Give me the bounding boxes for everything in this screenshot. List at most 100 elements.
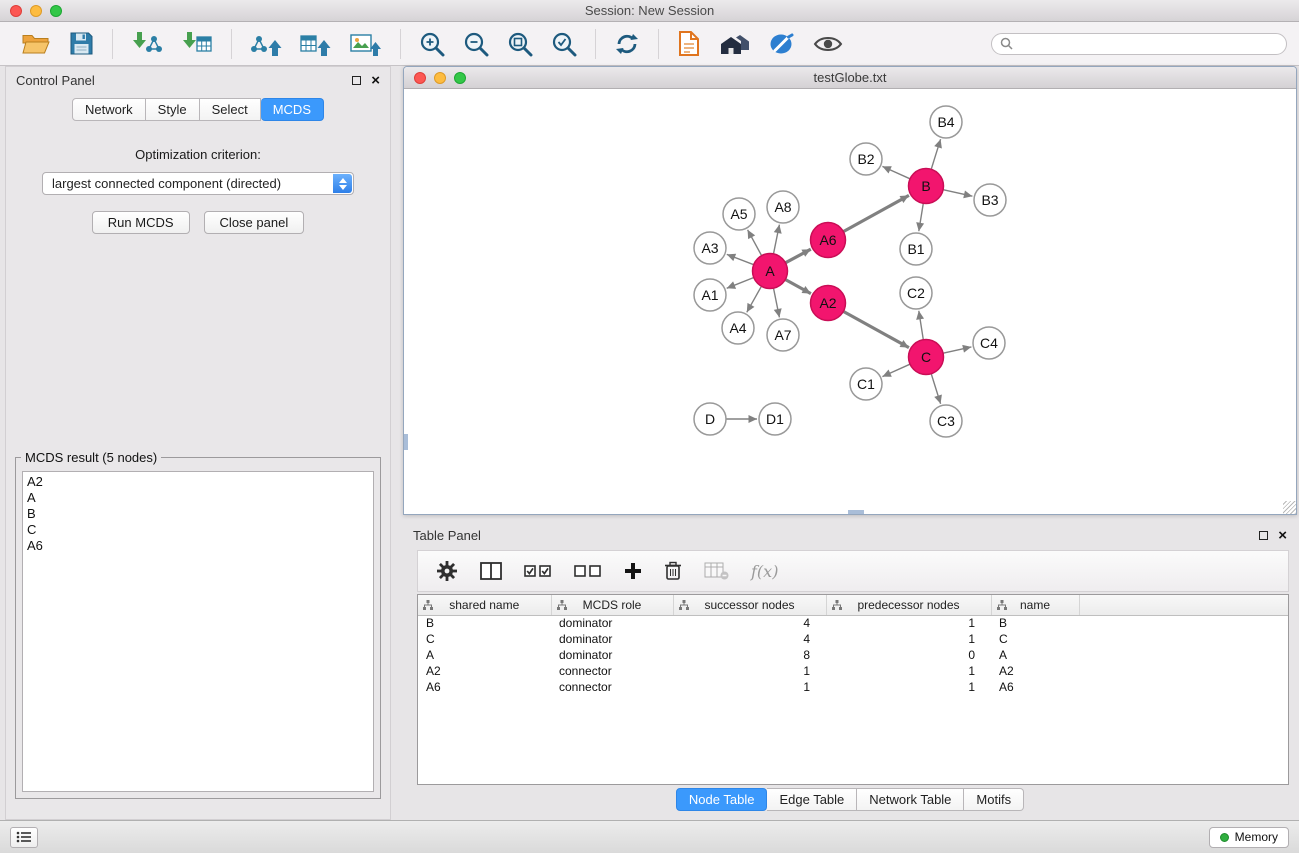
graph-node-A4[interactable]: A4 bbox=[722, 312, 754, 344]
table-row-A2[interactable]: A2connector11A2 bbox=[418, 663, 1288, 679]
tab-network[interactable]: Network bbox=[72, 98, 146, 121]
graph-node-A[interactable]: A bbox=[753, 254, 788, 289]
graph-edge-B-B4[interactable] bbox=[931, 139, 940, 169]
import-network-button[interactable] bbox=[124, 29, 170, 59]
graph-node-C2[interactable]: C2 bbox=[900, 277, 932, 309]
network-minimize-button[interactable] bbox=[434, 72, 446, 84]
table-row-A6[interactable]: A6connector11A6 bbox=[418, 679, 1288, 695]
float-table-panel-icon[interactable] bbox=[1259, 531, 1268, 540]
open-document-button[interactable] bbox=[670, 28, 708, 59]
graph-node-C4[interactable]: C4 bbox=[973, 327, 1005, 359]
open-session-button[interactable] bbox=[14, 29, 58, 58]
deselect-all-rows-button[interactable] bbox=[574, 563, 602, 579]
graph-node-A6[interactable]: A6 bbox=[811, 223, 846, 258]
graph-edge-A-A3[interactable] bbox=[727, 254, 754, 264]
graph-edge-A-A7[interactable] bbox=[774, 288, 780, 317]
export-image-button[interactable] bbox=[343, 29, 389, 59]
mcds-result-item[interactable]: B bbox=[27, 506, 369, 522]
graph-edge-C-C2[interactable] bbox=[919, 311, 924, 340]
mcds-result-item[interactable]: A bbox=[27, 490, 369, 506]
export-network-button[interactable] bbox=[243, 29, 289, 59]
graph-edge-A2-C[interactable] bbox=[843, 311, 909, 347]
graph-node-A7[interactable]: A7 bbox=[767, 319, 799, 351]
graph-edge-C-C3[interactable] bbox=[931, 374, 940, 404]
close-window-button[interactable] bbox=[10, 5, 22, 17]
graph-node-D[interactable]: D bbox=[694, 403, 726, 435]
add-row-button[interactable] bbox=[624, 562, 642, 580]
float-panel-icon[interactable] bbox=[352, 76, 361, 85]
help-button[interactable] bbox=[762, 30, 802, 58]
graph-edge-A6-B[interactable] bbox=[843, 195, 909, 231]
column-header-mcds-role[interactable]: MCDS role bbox=[551, 595, 673, 615]
graph-edge-B-B3[interactable] bbox=[943, 190, 972, 197]
network-close-button[interactable] bbox=[414, 72, 426, 84]
zoom-fit-button[interactable] bbox=[500, 29, 540, 59]
close-panel-button[interactable]: Close panel bbox=[204, 211, 305, 234]
graph-node-A1[interactable]: A1 bbox=[694, 279, 726, 311]
zoom-window-button[interactable] bbox=[50, 5, 62, 17]
network-canvas[interactable]: B4B2BB3A5A8A6B1A3AA1C2A2A4A7C4CC1C3DD1 bbox=[404, 89, 1296, 514]
show-graphics-details-button[interactable] bbox=[806, 33, 850, 55]
graph-edge-B-B1[interactable] bbox=[919, 203, 924, 231]
import-table-button[interactable] bbox=[174, 29, 220, 59]
graph-edge-C-C1[interactable] bbox=[882, 364, 910, 376]
run-mcds-button[interactable]: Run MCDS bbox=[92, 211, 190, 234]
graph-edge-A-A2[interactable] bbox=[785, 280, 811, 294]
graph-edge-A-A6[interactable] bbox=[785, 249, 810, 263]
column-header-predecessor-nodes[interactable]: predecessor nodes bbox=[826, 595, 991, 615]
show-columns-button[interactable] bbox=[480, 562, 502, 580]
tab-select[interactable]: Select bbox=[200, 98, 261, 121]
zoom-selected-button[interactable] bbox=[544, 29, 584, 59]
column-header-successor-nodes[interactable]: successor nodes bbox=[673, 595, 826, 615]
save-session-button[interactable] bbox=[62, 29, 101, 58]
tab-node-table[interactable]: Node Table bbox=[676, 788, 768, 811]
mcds-result-item[interactable]: A6 bbox=[27, 538, 369, 554]
vertical-scroll-indicator[interactable] bbox=[404, 434, 408, 450]
table-row-A[interactable]: Adominator80A bbox=[418, 647, 1288, 663]
tab-motifs[interactable]: Motifs bbox=[964, 788, 1024, 811]
mcds-result-list[interactable]: A2ABCA6 bbox=[22, 471, 374, 792]
graph-node-A5[interactable]: A5 bbox=[723, 198, 755, 230]
apply-function-button[interactable]: f(x) bbox=[751, 562, 778, 581]
graph-node-B[interactable]: B bbox=[909, 169, 944, 204]
graph-node-C3[interactable]: C3 bbox=[930, 405, 962, 437]
search-box[interactable] bbox=[991, 33, 1287, 55]
resize-grip[interactable] bbox=[1283, 501, 1296, 514]
graph-edge-C-C4[interactable] bbox=[943, 347, 971, 353]
search-input[interactable] bbox=[1018, 37, 1278, 51]
zoom-in-button[interactable] bbox=[412, 29, 452, 59]
graph-edge-A-A4[interactable] bbox=[747, 286, 762, 312]
graph-edge-A-A5[interactable] bbox=[748, 230, 762, 256]
graph-node-B3[interactable]: B3 bbox=[974, 184, 1006, 216]
close-panel-icon[interactable]: × bbox=[371, 73, 380, 88]
select-all-rows-button[interactable] bbox=[524, 563, 552, 579]
memory-button[interactable]: Memory bbox=[1209, 827, 1289, 848]
graph-node-B4[interactable]: B4 bbox=[930, 106, 962, 138]
export-table-button[interactable] bbox=[293, 29, 339, 59]
column-header-name[interactable]: name bbox=[991, 595, 1079, 615]
graph-node-A3[interactable]: A3 bbox=[694, 232, 726, 264]
graph-node-C[interactable]: C bbox=[909, 340, 944, 375]
dropdown-stepper-icon[interactable] bbox=[333, 174, 352, 193]
graph-node-B2[interactable]: B2 bbox=[850, 143, 882, 175]
graph-edge-B-B2[interactable] bbox=[882, 166, 910, 178]
graph-edge-A-A1[interactable] bbox=[727, 278, 754, 289]
panel-menu-button[interactable] bbox=[10, 827, 38, 848]
network-zoom-button[interactable] bbox=[454, 72, 466, 84]
graph-node-C1[interactable]: C1 bbox=[850, 368, 882, 400]
mcds-result-item[interactable]: C bbox=[27, 522, 369, 538]
tab-network-table[interactable]: Network Table bbox=[857, 788, 964, 811]
graph-node-D1[interactable]: D1 bbox=[759, 403, 791, 435]
close-table-panel-icon[interactable]: × bbox=[1278, 528, 1287, 543]
minimize-window-button[interactable] bbox=[30, 5, 42, 17]
tab-mcds[interactable]: MCDS bbox=[261, 98, 324, 121]
column-header-shared-name[interactable]: shared name bbox=[418, 595, 551, 615]
table-row-C[interactable]: Cdominator41C bbox=[418, 631, 1288, 647]
graph-node-B1[interactable]: B1 bbox=[900, 233, 932, 265]
table-settings-button[interactable] bbox=[436, 560, 458, 582]
optimization-criterion-dropdown[interactable]: largest connected component (directed) bbox=[42, 172, 354, 195]
tab-edge-table[interactable]: Edge Table bbox=[767, 788, 857, 811]
horizontal-scroll-indicator[interactable] bbox=[848, 510, 864, 514]
delete-row-button[interactable] bbox=[664, 561, 682, 581]
zoom-out-button[interactable] bbox=[456, 29, 496, 59]
